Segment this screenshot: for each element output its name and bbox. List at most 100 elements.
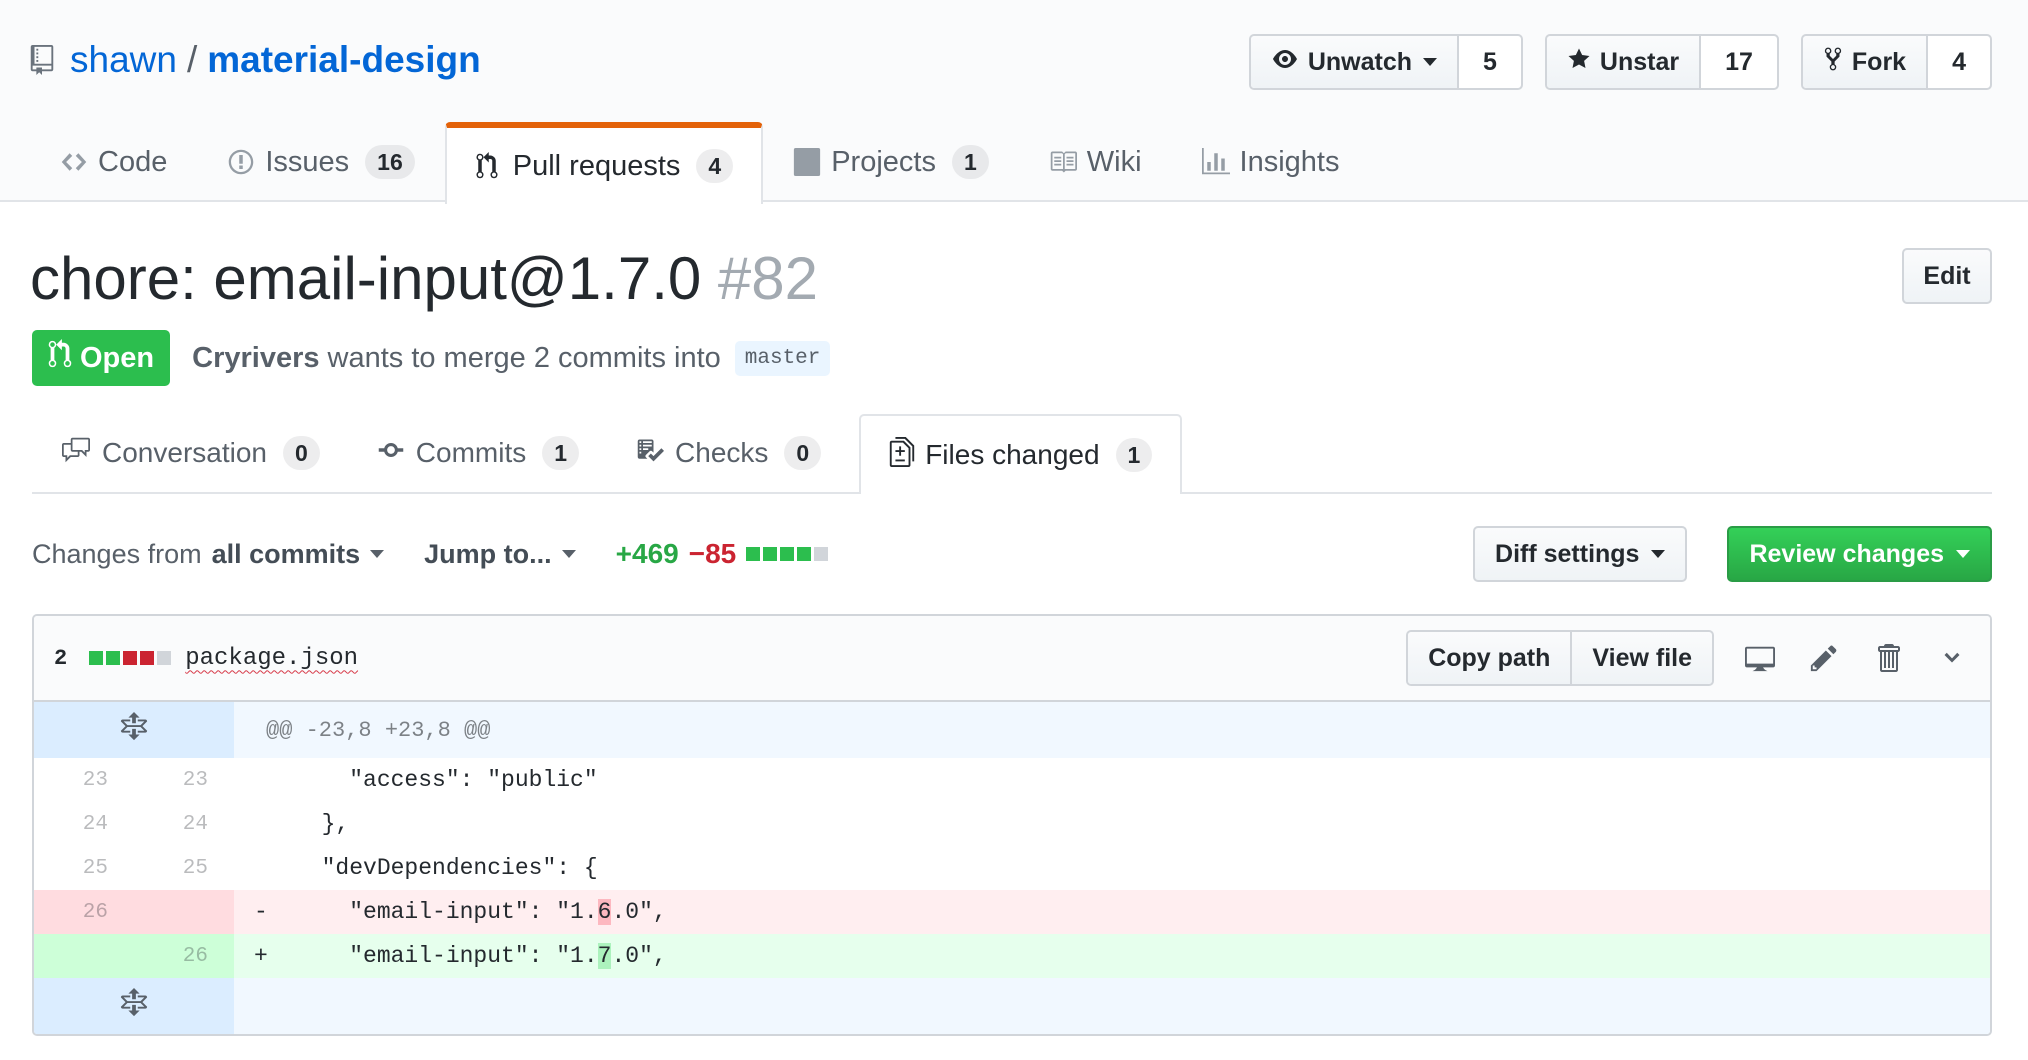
reponav-projects[interactable]: Projects 1 [763, 122, 1019, 202]
trashcan-icon[interactable] [1870, 640, 1906, 676]
new-line-number[interactable]: 25 [134, 846, 234, 890]
reponav-wiki-label: Wiki [1086, 145, 1142, 178]
tab-commits[interactable]: Commits 1 [348, 414, 607, 492]
diff-code: }, [234, 802, 1990, 846]
tab-files-changed[interactable]: Files changed 1 [859, 414, 1183, 494]
stargazers-count[interactable]: 17 [1701, 36, 1777, 88]
checks-counter: 0 [784, 436, 822, 470]
pr-meta: Open Cryrivers wants to merge 2 commits … [32, 330, 831, 386]
tab-checks[interactable]: Checks 0 [607, 414, 849, 492]
diff-code-text-before: "email-input": "1. [294, 899, 598, 925]
new-line-number[interactable]: 23 [134, 758, 234, 802]
tab-conversation-label: Conversation [102, 437, 267, 468]
reponav-wiki[interactable]: Wiki [1019, 122, 1172, 202]
issue-icon [227, 148, 255, 176]
deletions-count: −85 [688, 538, 737, 569]
chevron-down-icon [1651, 550, 1666, 558]
diff-marker: - [254, 899, 268, 925]
diffstat-block-added [89, 651, 104, 665]
repo-actions: Unwatch 5 Unstar 17 Fork 4 [1248, 34, 1992, 90]
pr-state-label: Open [80, 341, 155, 374]
diff-changed-chars: 7 [597, 943, 612, 969]
old-line-number[interactable]: 25 [34, 846, 134, 890]
diffstat-block-added [763, 547, 778, 561]
files-changed-counter: 1 [1115, 438, 1153, 472]
repo-separator: / [186, 39, 198, 80]
diff-icon [889, 436, 915, 474]
repo-forked-icon [1823, 46, 1843, 79]
expand-down-button[interactable] [34, 978, 234, 1034]
jump-to-dropdown[interactable]: Jump to... [424, 539, 576, 570]
pencil-icon[interactable] [1806, 640, 1842, 676]
book-icon [1049, 148, 1077, 176]
changes-from-dropdown[interactable]: Changes from all commits [32, 538, 385, 570]
pull-request-icon [475, 152, 503, 180]
unwatch-button[interactable]: Unwatch [1250, 36, 1459, 88]
issues-counter: 16 [365, 145, 415, 179]
fork-button[interactable]: Fork [1802, 36, 1929, 88]
toolbar-right: Diff settings Review changes [1473, 526, 1992, 582]
reponav-insights[interactable]: Insights [1172, 122, 1370, 202]
review-changes-button[interactable]: Review changes [1727, 526, 1992, 582]
diffstat-block-added [106, 651, 121, 665]
diffstat: +469 −85 [616, 538, 829, 570]
checklist-icon [635, 436, 665, 471]
chevron-down-icon [1423, 58, 1437, 66]
old-line-number[interactable] [34, 934, 134, 978]
watch-button-group: Unwatch 5 [1248, 34, 1523, 90]
repo-icon [30, 45, 56, 75]
repo-owner-link[interactable]: shawn [70, 39, 177, 81]
expand-footer-row [34, 978, 1990, 1034]
file-diffstat-blocks [89, 651, 172, 665]
chevron-down-icon[interactable] [1934, 640, 1970, 676]
tab-checks-label: Checks [675, 437, 769, 468]
git-commit-icon [376, 436, 406, 471]
base-branch[interactable]: master [734, 340, 831, 376]
repo-name-link[interactable]: material-design [207, 39, 480, 81]
file-name-link[interactable]: package.json [185, 645, 358, 672]
pr-number: #82 [717, 245, 819, 312]
diff-marker: + [254, 943, 268, 969]
pr-author-link[interactable]: Cryrivers [192, 342, 319, 375]
unwatch-label: Unwatch [1307, 47, 1412, 76]
new-line-number[interactable] [134, 890, 234, 934]
old-line-number[interactable]: 26 [34, 890, 134, 934]
view-file-button[interactable]: View file [1572, 632, 1712, 684]
diff-code: "access": "public" [234, 758, 1990, 802]
unstar-label: Unstar [1599, 47, 1680, 76]
unstar-button[interactable]: Unstar [1546, 36, 1702, 88]
diffstat-block-neutral [814, 547, 829, 561]
repo-title: shawn / material-design [30, 36, 481, 84]
reponav-pull-requests[interactable]: Pull requests 4 [444, 122, 764, 204]
device-desktop-icon[interactable] [1742, 640, 1778, 676]
hunk-header: @@ -23,8 +23,8 @@ [234, 702, 1990, 758]
reponav-pull-requests-label: Pull requests [512, 149, 681, 182]
new-line-number[interactable]: 26 [134, 934, 234, 978]
diff-code: "devDependencies": { [234, 846, 1990, 890]
reponav-issues[interactable]: Issues 16 [197, 122, 444, 202]
file-diff: 2 package.json Copy path View file @@ -2… [32, 614, 1992, 1036]
projects-counter: 1 [951, 145, 989, 179]
diff-settings-button[interactable]: Diff settings [1473, 526, 1688, 582]
pull-request-icon [48, 339, 72, 377]
reponav-insights-label: Insights [1239, 145, 1340, 178]
comment-discussion-icon [60, 436, 92, 471]
diff-code-text-after: .0", [611, 899, 667, 925]
expand-footer-spacer [234, 978, 1990, 1034]
tab-conversation[interactable]: Conversation 0 [32, 414, 348, 492]
watchers-count[interactable]: 5 [1459, 36, 1521, 88]
old-line-number[interactable]: 24 [34, 802, 134, 846]
new-line-number[interactable]: 24 [134, 802, 234, 846]
diff-line-addition: 26 + "email-input": "1.7.0", [34, 934, 1990, 978]
fork-label: Fork [1851, 47, 1907, 76]
code-icon [60, 148, 88, 176]
edit-title-button[interactable]: Edit [1902, 248, 1992, 304]
old-line-number[interactable]: 23 [34, 758, 134, 802]
commits-counter: 1 [542, 436, 580, 470]
reponav-code[interactable]: Code [30, 122, 197, 202]
copy-path-button[interactable]: Copy path [1408, 632, 1573, 684]
diff-code-text-before: "email-input": "1. [294, 943, 598, 969]
forks-count[interactable]: 4 [1928, 36, 1990, 88]
expand-up-button[interactable] [34, 702, 234, 758]
changes-from-value: all commits [211, 538, 361, 569]
